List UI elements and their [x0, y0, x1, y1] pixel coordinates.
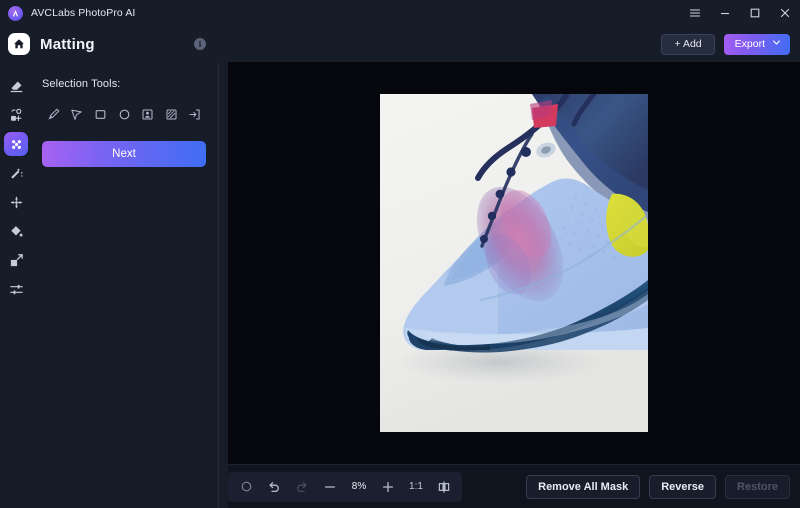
tool-ellipse-select[interactable]: [113, 103, 136, 125]
tool-import-selection[interactable]: [183, 103, 206, 125]
compare-split-icon[interactable]: [430, 474, 458, 500]
info-icon[interactable]: i: [194, 38, 206, 50]
reverse-button[interactable]: Reverse: [649, 474, 717, 499]
main-body: Selection Tools: Next 8% 1:1 Remove All …: [0, 62, 800, 508]
window-controls: [680, 0, 800, 26]
rail-item-matting[interactable]: [4, 132, 28, 156]
export-button[interactable]: Export: [723, 33, 790, 55]
selection-tools-label: Selection Tools:: [42, 78, 121, 90]
maximize-icon[interactable]: [740, 0, 770, 26]
minimize-icon[interactable]: [710, 0, 740, 26]
rail-item-color-fill[interactable]: [4, 219, 28, 243]
export-button-label: Export: [734, 38, 765, 50]
rail-item-object-remove[interactable]: [4, 103, 28, 127]
selection-tool-row: [42, 103, 206, 125]
app-window: AVCLabs PhotoPro AI Matting i + Add Expo…: [0, 0, 800, 508]
header-left: Matting i: [0, 33, 219, 55]
title-bar: AVCLabs PhotoPro AI: [0, 0, 800, 26]
brand: AVCLabs PhotoPro AI: [8, 5, 136, 21]
remove-all-mask-button[interactable]: Remove All Mask: [526, 474, 641, 499]
zoom-level-value[interactable]: 8%: [344, 474, 374, 500]
reset-circle-icon[interactable]: [232, 474, 260, 500]
hamburger-menu-icon[interactable]: [680, 0, 710, 26]
tool-rail: [0, 62, 32, 508]
tool-lasso-cursor[interactable]: [66, 103, 89, 125]
bottom-toolbar: 8% 1:1 Remove All Mask Reverse Restore: [228, 464, 800, 508]
undo-button[interactable]: [260, 474, 288, 500]
restore-button[interactable]: Restore: [725, 474, 790, 499]
zoom-in-button[interactable]: [374, 474, 402, 500]
header-bar: Matting i + Add Export: [0, 26, 800, 62]
close-icon[interactable]: [770, 0, 800, 26]
actual-size-button[interactable]: 1:1: [402, 474, 430, 500]
home-icon[interactable]: [8, 33, 30, 55]
zoom-out-button[interactable]: [316, 474, 344, 500]
page-title: Matting: [40, 35, 95, 53]
header-right: + Add Export: [219, 33, 800, 55]
tool-subject-select[interactable]: [136, 103, 159, 125]
sneaker-photo[interactable]: [380, 94, 648, 432]
app-name: AVCLabs PhotoPro AI: [31, 7, 136, 19]
rail-item-enhance[interactable]: [4, 190, 28, 214]
bottom-actions: Remove All Mask Reverse Restore: [526, 474, 790, 499]
canvas-area: 8% 1:1 Remove All Mask Reverse Restore: [219, 62, 800, 508]
chevron-down-icon: [772, 38, 781, 50]
rail-item-adjust[interactable]: [4, 277, 28, 301]
tool-rectangle-select[interactable]: [89, 103, 112, 125]
tool-brush[interactable]: [42, 103, 65, 125]
add-button[interactable]: + Add: [661, 33, 715, 55]
selection-panel: Selection Tools: Next: [32, 62, 219, 508]
tool-background-select[interactable]: [160, 103, 183, 125]
rail-item-eraser[interactable]: [4, 74, 28, 98]
next-button[interactable]: Next: [42, 141, 206, 167]
rail-item-resize[interactable]: [4, 248, 28, 272]
image-canvas[interactable]: [228, 62, 800, 464]
avclabs-logo-icon: [8, 5, 23, 21]
zoom-controls-group: 8% 1:1: [228, 471, 462, 502]
redo-button[interactable]: [288, 474, 316, 500]
rail-item-magic-wand[interactable]: [4, 161, 28, 185]
